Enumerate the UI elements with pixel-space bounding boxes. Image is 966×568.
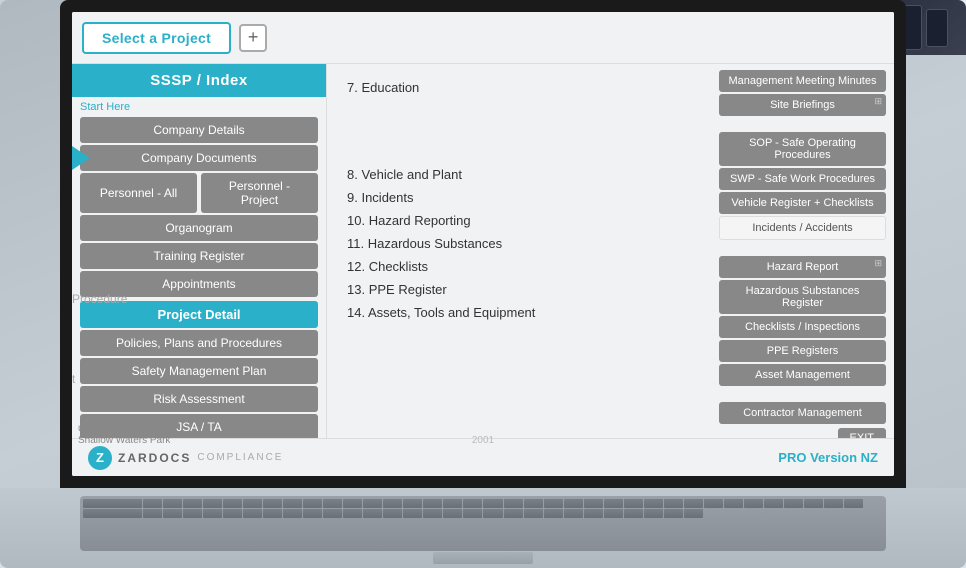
sidebar-risk-assessment[interactable]: Risk Assessment: [80, 386, 318, 412]
trackpad[interactable]: [433, 552, 533, 564]
sidebar-training-register[interactable]: Training Register: [80, 243, 318, 269]
sidebar-company-documents[interactable]: Company Documents: [80, 145, 318, 171]
laptop-outer: Select a Project + SSSP / Index Start He…: [0, 0, 966, 568]
btn-vehicle-register[interactable]: Vehicle Register + Checklists: [719, 192, 886, 214]
btn-site-briefings[interactable]: Site Briefings ⊞: [719, 94, 886, 116]
item-7: 7. Education: [347, 80, 699, 95]
sssp-header: SSSP / Index: [72, 64, 326, 97]
btn-sop[interactable]: SOP - Safe Operating Procedures: [719, 132, 886, 166]
bottom-left-line2: Shallow Waters Park: [78, 435, 170, 446]
start-here-label: Start Here: [72, 97, 326, 115]
add-button[interactable]: +: [239, 24, 267, 52]
sidebar-appointments[interactable]: Appointments: [80, 271, 318, 297]
personnel-row: Personnel - All Personnel - Project: [80, 173, 318, 213]
btn-ppe-registers[interactable]: PPE Registers: [719, 340, 886, 362]
sidebar-organogram[interactable]: Organogram: [80, 215, 318, 241]
z-icon: Z: [88, 446, 112, 470]
page-number: 2001: [472, 435, 494, 446]
screen-bezel: Select a Project + SSSP / Index Start He…: [60, 0, 906, 488]
main-content: SSSP / Index Start Here Company Details …: [72, 64, 894, 438]
sidebar-personnel-all[interactable]: Personnel - All: [80, 173, 197, 213]
sidebar-safety-mgmt[interactable]: Safety Management Plan: [80, 358, 318, 384]
exit-row: EXIT: [719, 428, 886, 438]
compliance-text: COMPLIANCE: [197, 452, 283, 463]
sidebar: SSSP / Index Start Here Company Details …: [72, 64, 327, 438]
bottom-left-line1: umbing: [78, 423, 111, 434]
btn-hazardous-substances-reg[interactable]: Hazardous Substances Register: [719, 280, 886, 314]
app-container: Select a Project + SSSP / Index Start He…: [72, 12, 894, 476]
keyboard-area: [0, 488, 966, 568]
btn-hazard-report[interactable]: Hazard Report ⊞: [719, 256, 886, 278]
btn-checklists-inspections[interactable]: Checklists / Inspections: [719, 316, 886, 338]
right-panel: Management Meeting Minutes Site Briefing…: [719, 64, 894, 438]
btn-mgmt-meeting[interactable]: Management Meeting Minutes: [719, 70, 886, 92]
item-12: 12. Checklists: [347, 259, 699, 274]
corner-icon-hazard: ⊞: [874, 258, 882, 269]
item-13: 13. PPE Register: [347, 282, 699, 297]
pro-version-text: PRO Version NZ: [778, 450, 878, 465]
item-10: 10. Hazard Reporting: [347, 213, 699, 228]
item-8: 8. Vehicle and Plant: [347, 167, 699, 182]
arrow-indicator: [72, 146, 90, 170]
keyboard-keys: [80, 496, 886, 551]
select-project-button[interactable]: Select a Project: [82, 22, 231, 54]
item-11: 11. Hazardous Substances: [347, 236, 699, 251]
phone-image-2: [926, 9, 948, 47]
btn-contractor-mgmt[interactable]: Contractor Management: [719, 402, 886, 424]
exit-button[interactable]: EXIT: [838, 428, 886, 438]
btn-incidents-accidents[interactable]: Incidents / Accidents: [719, 216, 886, 240]
sidebar-company-details[interactable]: Company Details: [80, 117, 318, 143]
screen: Select a Project + SSSP / Index Start He…: [72, 12, 894, 476]
zardocs-logo: Z ZARDOCS COMPLIANCE: [88, 446, 283, 470]
sidebar-project-detail[interactable]: Project Detail: [80, 301, 318, 328]
content-area: 7. Education 8. Vehicle and Plant 9. Inc…: [327, 64, 719, 438]
corner-icon-briefings: ⊞: [874, 96, 882, 107]
btn-asset-management[interactable]: Asset Management: [719, 364, 886, 386]
zardocs-text: ZARDOCS: [118, 451, 191, 465]
item-9: 9. Incidents: [347, 190, 699, 205]
item-14: 14. Assets, Tools and Equipment: [347, 305, 699, 320]
btn-swp[interactable]: SWP - Safe Work Procedures: [719, 168, 886, 190]
top-bar: Select a Project +: [72, 12, 894, 64]
sidebar-policies[interactable]: Policies, Plans and Procedures: [80, 330, 318, 356]
sidebar-personnel-project[interactable]: Personnel - Project: [201, 173, 318, 213]
